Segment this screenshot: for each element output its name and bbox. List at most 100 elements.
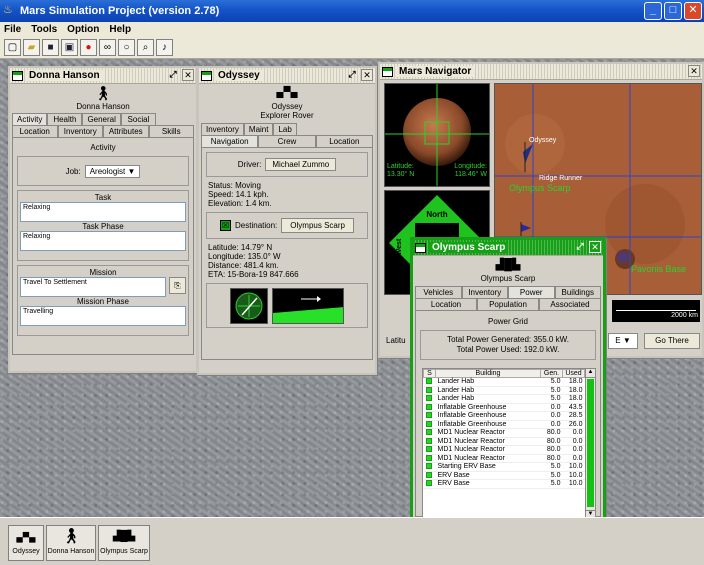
job-select[interactable]: Areologist ▼ [84, 164, 141, 178]
total-generated: Total Power Generated: 355.0 kW. [447, 335, 569, 344]
tab-population[interactable]: Population [477, 298, 539, 310]
save-as-icon[interactable]: ▣ [61, 39, 78, 56]
tab-inventory[interactable]: Inventory [461, 286, 508, 298]
go-there-button[interactable]: Go There [644, 333, 700, 349]
tab-health[interactable]: Health [47, 113, 83, 125]
column-header-gen[interactable]: Gen. [540, 369, 563, 378]
save-icon[interactable]: ■ [42, 39, 59, 56]
map-label-olympus-scarp[interactable]: Olympus Scarp [509, 183, 571, 193]
vehicle-type: Explorer Rover [260, 111, 314, 120]
tab-lab[interactable]: Lab [273, 123, 297, 135]
table-row[interactable]: MD1 Nuclear Reactor 80.0 0.0 [423, 428, 585, 438]
table-row[interactable]: Lander Hab 5.0 18.0 [423, 386, 585, 395]
status-indicator [423, 377, 436, 387]
binoculars-icon[interactable]: ∞ [99, 39, 116, 56]
map-label-ridge-runner[interactable]: Ridge Runner [539, 175, 582, 182]
task-field: Relaxing [20, 202, 186, 222]
north-label[interactable]: North [426, 210, 447, 219]
restore-icon[interactable]: ⤢ [167, 69, 179, 81]
menu-help[interactable]: Help [109, 22, 131, 37]
scroll-up-icon[interactable]: ▲ [586, 369, 595, 378]
sound-icon[interactable]: ♪ [156, 39, 173, 56]
restore-icon[interactable]: ⤢ [346, 69, 358, 81]
destination-checkbox[interactable]: ☒ [220, 220, 232, 231]
globe-icon[interactable]: ○ [118, 39, 135, 56]
tab-inventory[interactable]: Inventory [201, 123, 244, 135]
close-button[interactable]: ✕ [684, 2, 702, 20]
dock-item-donna-hanson[interactable]: 🚶︎ Donna Hanson [46, 525, 96, 561]
tab-maint[interactable]: Maint [243, 123, 274, 135]
tab-social[interactable]: Social [120, 113, 156, 125]
dock-item-odyssey[interactable]: ▄▀▄ Odyssey [8, 525, 44, 561]
close-icon[interactable]: ✕ [589, 241, 601, 253]
west-label[interactable]: West [396, 238, 403, 255]
settlement-window: Olympus Scarp ⤢ ✕ ▟█▙ Olympus Scarp Vehi… [410, 237, 606, 538]
tab-skills[interactable]: Skills [148, 125, 194, 137]
table-row[interactable]: Inflatable Greenhouse 0.0 28.5 [423, 411, 585, 421]
tab-location[interactable]: Location [12, 125, 58, 137]
column-header-s[interactable]: S [423, 369, 436, 378]
search-icon[interactable]: ⌕ [137, 39, 154, 56]
close-icon[interactable]: ✕ [688, 65, 700, 77]
open-icon[interactable]: ▰ [23, 39, 40, 56]
close-icon[interactable]: ✕ [182, 69, 194, 81]
tab-location[interactable]: Location [415, 298, 477, 310]
tab-vehicles[interactable]: Vehicles [415, 286, 462, 298]
total-used: Total Power Used: 192.0 kW. [456, 345, 560, 354]
settlement-icon: ▟█▙ [112, 531, 136, 542]
gen-cell: 80.0 [540, 428, 563, 438]
scrollbar[interactable]: ▲ ▼ [585, 369, 595, 519]
menu-tools[interactable]: Tools [31, 22, 57, 37]
driver-button[interactable]: Michael Zummo [265, 158, 337, 171]
map-label-odyssey[interactable]: Odyssey [529, 137, 556, 144]
gen-cell: 80.0 [540, 445, 563, 455]
close-icon[interactable]: ✕ [361, 69, 373, 81]
status-indicator [423, 445, 436, 455]
mars-icon[interactable]: ● [80, 39, 97, 56]
tab-activity[interactable]: Activity [12, 113, 48, 125]
tab-location[interactable]: Location [315, 135, 373, 147]
table-row[interactable]: MD1 Nuclear Reactor 80.0 0.0 [423, 437, 585, 446]
table-row[interactable]: Starting ERV Base 5.0 10.0 [423, 462, 585, 472]
chevron-down-icon: ▼ [622, 336, 631, 345]
map-label-pavonis-base[interactable]: Pavonis Base [631, 264, 686, 274]
table-row[interactable]: ERV Base 5.0 10.0 [423, 471, 585, 480]
menu-file[interactable]: File [4, 22, 21, 37]
column-header-used[interactable]: Used [562, 369, 585, 378]
table-row[interactable]: ERV Base 5.0 10.0 [423, 479, 585, 489]
maximize-button[interactable]: □ [664, 2, 682, 20]
window-icon [201, 71, 212, 81]
navigator-title: Mars Navigator [396, 66, 475, 77]
tab-inventory[interactable]: Inventory [57, 125, 103, 137]
tab-power[interactable]: Power [508, 286, 555, 298]
table-row[interactable]: Lander Hab 5.0 18.0 [423, 377, 585, 387]
tab-general[interactable]: General [82, 113, 121, 125]
table-row[interactable]: Lander Hab 5.0 18.0 [423, 394, 585, 404]
tab-associated[interactable]: Associated [539, 298, 601, 310]
dock-label-odyssey: Odyssey [12, 548, 40, 555]
scrollbar-thumb[interactable] [587, 379, 594, 507]
table-row[interactable]: MD1 Nuclear Reactor 80.0 0.0 [423, 445, 585, 455]
menu-option[interactable]: Option [67, 22, 99, 37]
table-row[interactable]: MD1 Nuclear Reactor 80.0 0.0 [423, 454, 585, 463]
table-row[interactable]: Inflatable Greenhouse 0.0 43.5 [423, 403, 585, 412]
window-icon [12, 71, 23, 81]
tab-crew[interactable]: Crew [258, 135, 316, 147]
column-header-building[interactable]: Building [435, 369, 541, 378]
dock-bar: ▄▀▄ Odyssey 🚶︎ Donna Hanson ▟█▙ Olympus … [0, 517, 704, 565]
tab-buildings[interactable]: Buildings [554, 286, 601, 298]
direction-select[interactable]: E ▼ [608, 333, 638, 349]
restore-icon[interactable]: ⤢ [574, 241, 586, 253]
building-name-cell: MD1 Nuclear Reactor [435, 445, 541, 455]
tab-attributes[interactable]: Attributes [103, 125, 149, 137]
mission-info-button[interactable]: ⎘ [169, 277, 186, 294]
latitude-short-label: Latitu [386, 336, 406, 345]
new-icon[interactable]: ▢ [4, 39, 21, 56]
dock-item-olympus-scarp[interactable]: ▟█▙ Olympus Scarp [98, 525, 150, 561]
mission-label: Mission [89, 268, 117, 277]
table-row[interactable]: Inflatable Greenhouse 0.0 26.0 [423, 420, 585, 429]
tab-navigation[interactable]: Navigation [201, 135, 259, 147]
globe-view[interactable]: Latitude: 13.30° N Longitude: 118.46° W [384, 83, 490, 187]
minimize-button[interactable]: _ [644, 2, 662, 20]
destination-button[interactable]: Olympus Scarp [281, 218, 354, 233]
